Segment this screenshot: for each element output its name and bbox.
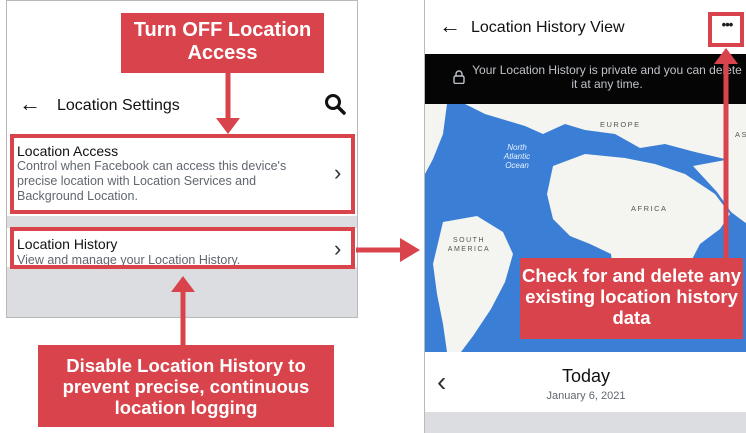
day-label: Today: [561, 366, 611, 386]
more-button-highlight: [708, 12, 744, 47]
location-access-highlight: [10, 134, 355, 214]
page-title: Location History View: [471, 19, 625, 36]
callout-delete-history-data: Check for and delete any existing locati…: [520, 258, 743, 339]
location-history-highlight: [10, 227, 355, 269]
map-label-africa: AFRICA: [631, 204, 668, 213]
page-title: Location Settings: [57, 97, 180, 114]
empty-area: [7, 267, 357, 317]
back-arrow-icon[interactable]: ←: [19, 91, 41, 117]
callout-disable-location-history: Disable Location History to prevent prec…: [38, 345, 334, 427]
search-icon[interactable]: [323, 92, 347, 116]
privacy-banner: Your Location History is private and you…: [425, 54, 746, 104]
location-settings-header: ← Location Settings: [7, 87, 357, 127]
map-label-north-atlantic: North Atlantic Ocean: [503, 143, 530, 170]
callout-turn-off-location-access: Turn OFF Location Access: [121, 13, 324, 73]
lock-icon: [453, 70, 465, 84]
map-label-asia: AS: [735, 130, 746, 139]
empty-area: [425, 412, 746, 433]
date-navigator: ‹ Today January 6, 2021: [425, 352, 746, 412]
map-label-europe: EUROPE: [600, 120, 641, 129]
date-label: January 6, 2021: [546, 390, 626, 402]
location-history-view-screen: ← Location History View ••• Your Locatio…: [424, 0, 746, 433]
location-history-header: ← Location History View •••: [425, 0, 746, 54]
back-arrow-icon[interactable]: ←: [439, 13, 461, 39]
privacy-banner-text: Your Location History is private and you…: [472, 63, 742, 91]
